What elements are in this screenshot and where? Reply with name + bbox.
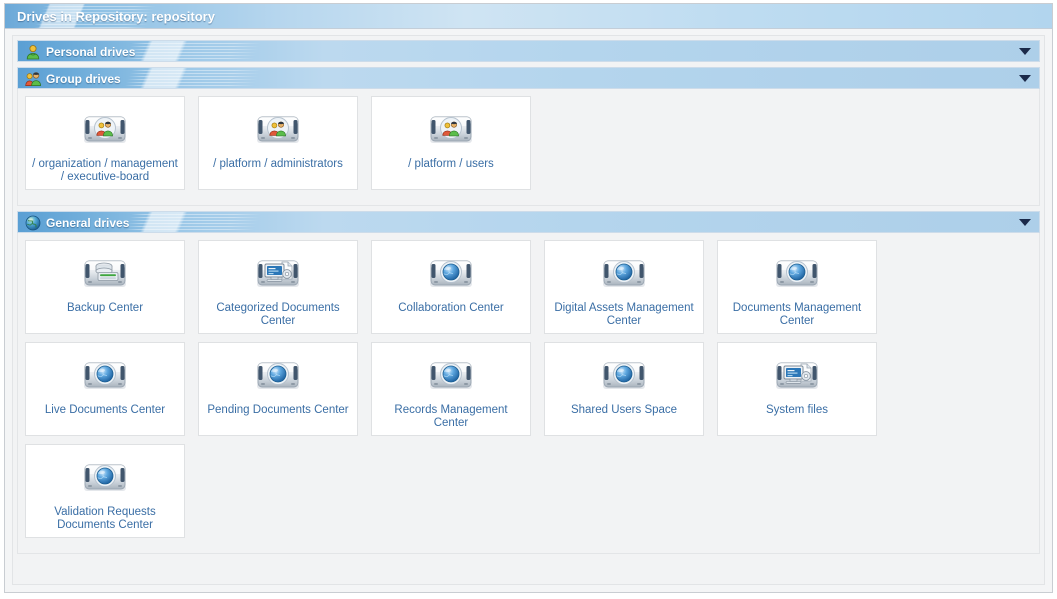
section-body-group-drives: / organization / management / executive-… xyxy=(17,89,1040,206)
globe-drive-icon xyxy=(429,260,473,288)
drive-tile-label[interactable]: / platform / administrators xyxy=(199,158,357,171)
drive-tile-general-8[interactable]: Shared Users Space xyxy=(544,342,704,436)
drive-tile-label[interactable]: Categorized Documents Center xyxy=(199,302,357,328)
section-header-personal-drives[interactable]: Personal drives xyxy=(17,40,1040,62)
drive-tile-group-0[interactable]: / organization / management / executive-… xyxy=(25,96,185,190)
drive-tile-label[interactable]: Pending Documents Center xyxy=(199,404,357,417)
globe-drive-icon xyxy=(256,362,300,390)
drive-tile-label[interactable]: Documents Management Center xyxy=(718,302,876,328)
globe-icon xyxy=(25,215,41,231)
drive-tile-general-6[interactable]: Pending Documents Center xyxy=(198,342,358,436)
group-drive-icon xyxy=(429,116,473,144)
chevron-down-icon-personal-drives[interactable] xyxy=(1019,48,1031,55)
system-monitor-drive-icon xyxy=(256,260,300,288)
drive-tile-general-7[interactable]: Records Management Center xyxy=(371,342,531,436)
drive-tile-label[interactable]: Shared Users Space xyxy=(545,404,703,417)
drive-tile-label[interactable]: / organization / management / executive-… xyxy=(26,158,184,184)
globe-drive-icon xyxy=(602,260,646,288)
section-body-general-drives: Backup Center Categorized Documents Cent… xyxy=(17,233,1040,554)
chevron-down-icon-group-drives[interactable] xyxy=(1019,75,1031,82)
drive-tile-general-2[interactable]: Collaboration Center xyxy=(371,240,531,334)
drive-tile-label[interactable]: Live Documents Center xyxy=(26,404,184,417)
chevron-down-icon-general-drives[interactable] xyxy=(1019,219,1031,226)
section-header-general-drives[interactable]: General drives xyxy=(17,211,1040,233)
section-general-drives: General drives Backup Center Categorized… xyxy=(17,211,1040,554)
drive-tile-general-4[interactable]: Documents Management Center xyxy=(717,240,877,334)
group-users-icon xyxy=(25,72,41,86)
drive-tile-label[interactable]: Records Management Center xyxy=(372,404,530,430)
drive-tile-label[interactable]: Digital Assets Management Center xyxy=(545,302,703,328)
page-title: Drives in Repository: repository xyxy=(17,9,215,24)
drive-tile-group-2[interactable]: / platform / users xyxy=(371,96,531,190)
globe-drive-icon xyxy=(83,362,127,390)
section-label-general-drives: General drives xyxy=(46,216,130,230)
backup-drive-icon xyxy=(83,260,127,288)
globe-drive-icon xyxy=(429,362,473,390)
drive-tile-general-3[interactable]: Digital Assets Management Center xyxy=(544,240,704,334)
globe-drive-icon xyxy=(83,464,127,492)
window-body: Personal drives Group drives / organizat… xyxy=(5,29,1052,592)
drive-tile-label[interactable]: Backup Center xyxy=(26,302,184,315)
group-drive-icon xyxy=(256,116,300,144)
drive-tile-general-5[interactable]: Live Documents Center xyxy=(25,342,185,436)
section-group-drives: Group drives / organization / management… xyxy=(17,67,1040,206)
globe-drive-icon xyxy=(775,260,819,288)
drive-tile-general-0[interactable]: Backup Center xyxy=(25,240,185,334)
drive-tile-general-9[interactable]: System files xyxy=(717,342,877,436)
group-drive-icon xyxy=(83,116,127,144)
globe-drive-icon xyxy=(602,362,646,390)
drive-tile-label[interactable]: System files xyxy=(718,404,876,417)
drive-tile-general-10[interactable]: Validation Requests Documents Center xyxy=(25,444,185,538)
drive-tile-label[interactable]: Collaboration Center xyxy=(372,302,530,315)
drive-tile-label[interactable]: Validation Requests Documents Center xyxy=(26,506,184,532)
drives-panel: Personal drives Group drives / organizat… xyxy=(12,35,1045,585)
drive-tile-label[interactable]: / platform / users xyxy=(372,158,530,171)
section-personal-drives: Personal drives xyxy=(17,40,1040,62)
drive-tile-general-1[interactable]: Categorized Documents Center xyxy=(198,240,358,334)
drives-window: Drives in Repository: repository Persona… xyxy=(4,3,1053,593)
section-label-group-drives: Group drives xyxy=(46,72,121,86)
drive-tile-group-1[interactable]: / platform / administrators xyxy=(198,96,358,190)
window-title-bar: Drives in Repository: repository xyxy=(5,4,1052,29)
section-header-group-drives[interactable]: Group drives xyxy=(17,67,1040,89)
section-label-personal-drives: Personal drives xyxy=(46,45,136,59)
system-monitor-drive-icon xyxy=(775,362,819,390)
single-user-icon xyxy=(26,45,40,60)
